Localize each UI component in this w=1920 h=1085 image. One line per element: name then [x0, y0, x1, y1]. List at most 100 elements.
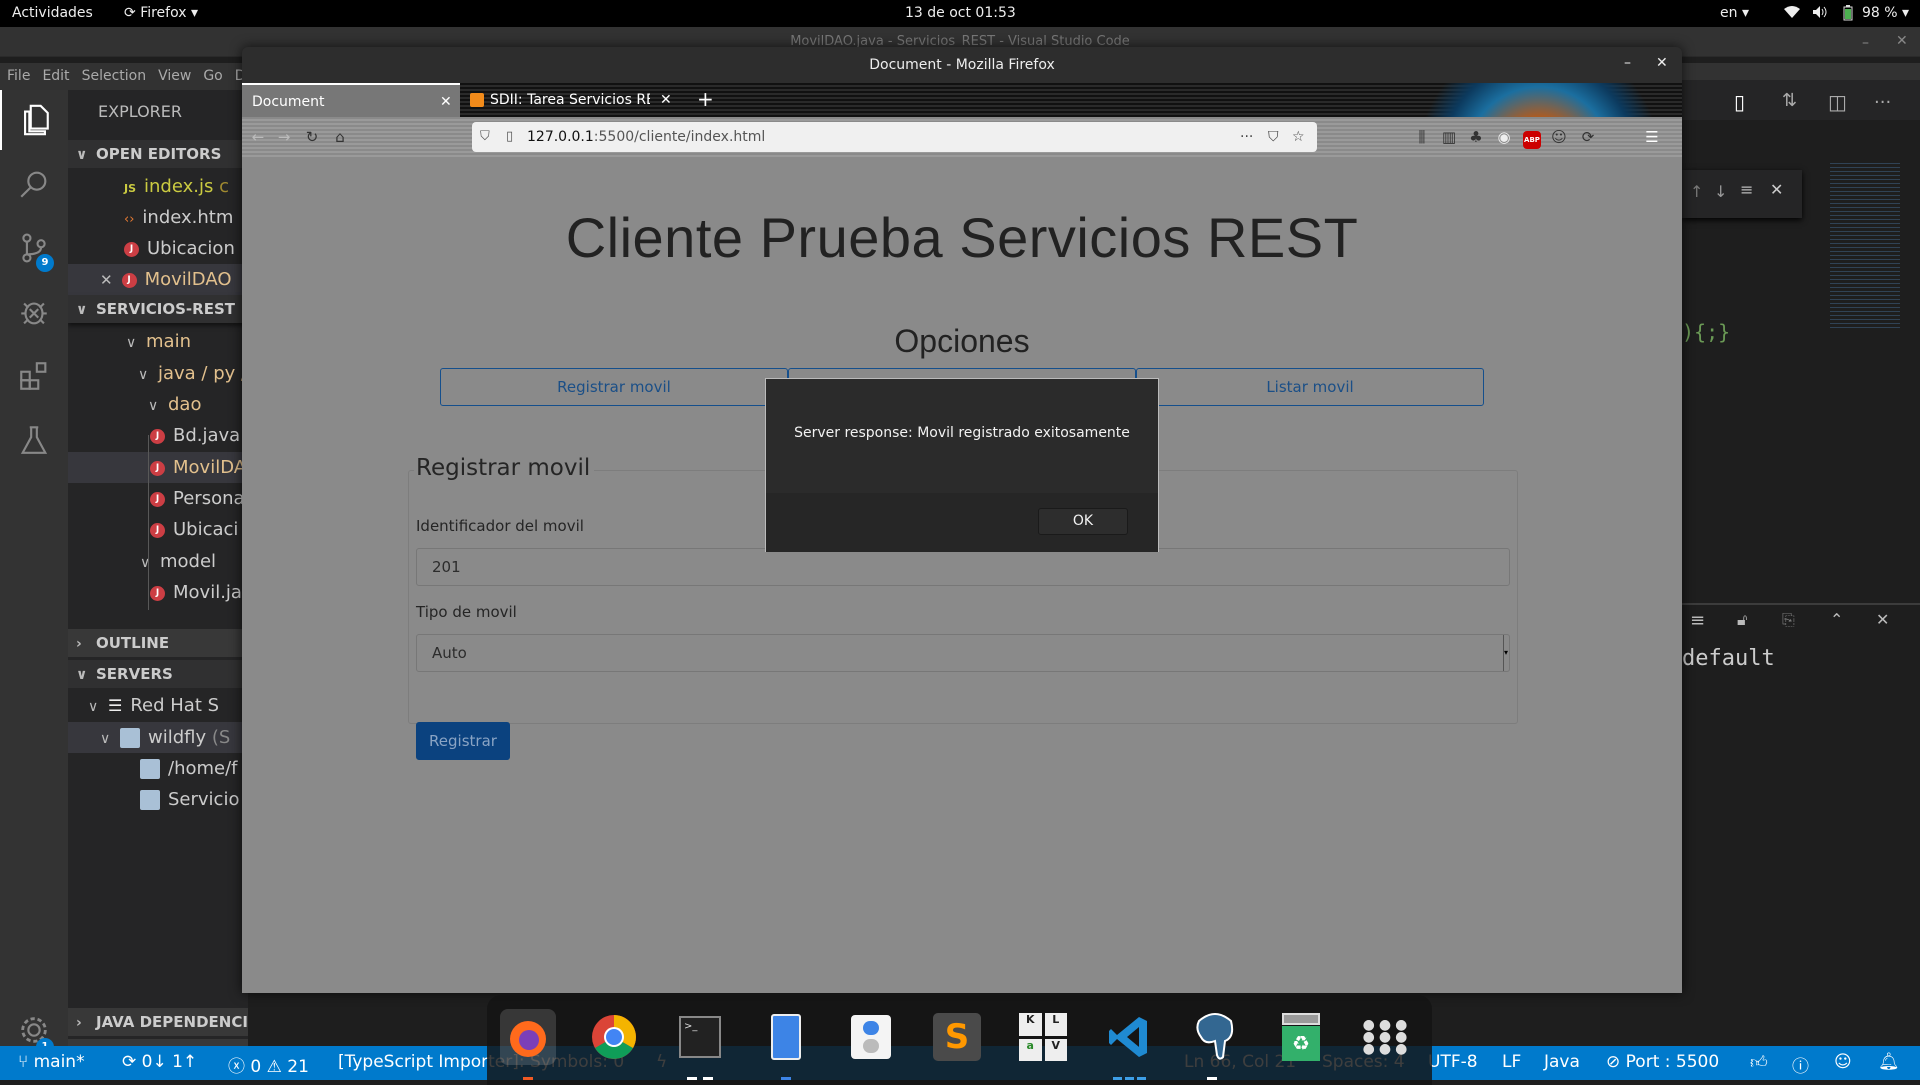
forward-button[interactable]: → [272, 125, 296, 149]
app-menu-button[interactable]: ⟳ Firefox ▾ [124, 5, 198, 21]
open-editors-header[interactable]: ∨ OPEN EDITORS [68, 140, 248, 168]
tree-item-file[interactable]: J Ubicaci [68, 514, 248, 545]
tab-sdii[interactable]: SDII: Tarea Servicios REST ✕ [460, 83, 682, 117]
live-server-port[interactable]: ⊘ Port : 5500 [1606, 1052, 1719, 1072]
server-item[interactable]: ∨ wildfly (S [68, 722, 248, 753]
clear-output-icon[interactable]: ≡ [1690, 610, 1705, 631]
dialog-ok-button[interactable]: OK [1038, 508, 1128, 535]
new-tab-button[interactable]: + [697, 87, 714, 111]
option-registrar-button[interactable]: Registrar movil [440, 368, 788, 406]
open-editor-item[interactable]: ‹› index.htm [68, 202, 248, 233]
feedback-smiley-icon[interactable]: ☺ [1834, 1052, 1852, 1072]
dock-pgadmin[interactable] [1187, 1009, 1243, 1065]
id-input[interactable]: 201 [416, 548, 1510, 586]
close-tab-icon[interactable]: ✕ [440, 85, 452, 119]
open-editor-item[interactable]: J Ubicacion [68, 233, 248, 264]
sync-icon[interactable]: ⟳ [1576, 125, 1600, 149]
language-mode[interactable]: Java [1544, 1052, 1580, 1072]
open-editor-item[interactable]: ✕ J MovilDAO [68, 264, 248, 295]
line-ending[interactable]: LF [1502, 1052, 1521, 1072]
reload-button[interactable]: ↻ [300, 125, 324, 149]
page-info-icon[interactable]: ▯ [506, 122, 513, 152]
menu-selection[interactable]: Selection [75, 63, 152, 84]
activity-debug[interactable] [0, 282, 68, 342]
url-text[interactable]: 127.0.0.1:5500/cliente/index.html [527, 122, 765, 152]
menu-file[interactable]: File [0, 63, 35, 84]
tree-item-java[interactable]: ∨ java / py / [68, 358, 248, 389]
dock-trash[interactable]: ♻ [1273, 1009, 1329, 1065]
dock-keyboard[interactable]: KLaV [1015, 1009, 1071, 1065]
tree-item-model[interactable]: ∨ model [68, 546, 248, 577]
option-listar-button[interactable]: Listar movil [1136, 368, 1484, 406]
more-actions-icon[interactable]: ··· [1874, 92, 1891, 113]
gnome-extension-icon[interactable]: ♣ [1464, 125, 1488, 149]
tab-document[interactable]: Document ✕ [242, 83, 460, 117]
volume-icon[interactable] [1812, 5, 1828, 23]
encoding[interactable]: UTF-8 [1428, 1052, 1478, 1072]
url-bar[interactable]: ⛉ ▯ 127.0.0.1:5500/cliente/index.html ··… [472, 122, 1317, 152]
server-item[interactable]: Servicio [68, 784, 248, 815]
account-icon[interactable]: ◉ [1492, 125, 1516, 149]
library-icon[interactable]: ⫼ [1410, 125, 1434, 149]
branch-indicator[interactable]: ⑂ main* [18, 1052, 85, 1072]
minimap[interactable] [1830, 160, 1900, 330]
activity-search[interactable] [0, 154, 68, 214]
dock-sublime[interactable]: S [929, 1009, 985, 1065]
type-select[interactable]: Auto ▾ [416, 634, 1510, 672]
tree-item-dao[interactable]: ∨ dao [68, 389, 248, 420]
dock-terminal[interactable]: >_ [672, 1009, 728, 1065]
open-editor-item[interactable]: JS index.js c [68, 171, 248, 202]
java-dependencies-header[interactable]: › JAVA DEPENDENCIES [68, 1008, 248, 1036]
clock[interactable]: 13 de oct 01:53 [905, 5, 1016, 21]
find-in-selection-icon[interactable]: ≡ [1740, 180, 1753, 199]
activities-button[interactable]: Actividades [12, 5, 93, 21]
tree-item-file-selected[interactable]: J MovilDAO [68, 452, 248, 483]
activity-extensions[interactable] [0, 346, 68, 406]
close-button[interactable]: ✕ [1656, 55, 1668, 71]
maximize-panel-icon[interactable]: ⌃ [1830, 610, 1843, 629]
remote-device-icon[interactable]: ▯ [1734, 90, 1745, 114]
tree-item-file[interactable]: J Bd.java [68, 420, 248, 451]
adblock-icon[interactable]: ABP [1520, 125, 1544, 149]
dock-show-applications[interactable]: ●●● ●●● ●●● [1359, 1009, 1415, 1065]
next-match-icon[interactable]: ↓ [1714, 182, 1727, 201]
problems-indicator[interactable]: ⓧ 0 ⚠ 21 [228, 1052, 309, 1077]
menu-icon[interactable]: ☰ [1640, 125, 1664, 149]
compare-changes-icon[interactable]: ⇅ [1782, 90, 1797, 111]
tracking-protection-icon[interactable]: ⛉ [480, 122, 490, 152]
dock-settings[interactable] [843, 1009, 899, 1065]
lock-icon[interactable]: 🔓︎ [1737, 610, 1747, 630]
activity-explorer[interactable] [0, 90, 68, 150]
close-panel-icon[interactable]: ✕ [1876, 610, 1889, 629]
bookmark-star-icon[interactable]: ☆ [1292, 122, 1305, 152]
minimize-button[interactable]: – [1862, 35, 1869, 51]
activity-testing[interactable] [0, 410, 68, 470]
menu-view[interactable]: View [151, 63, 196, 84]
dock-chrome[interactable] [586, 1009, 642, 1065]
split-editor-icon[interactable]: ◫ [1828, 90, 1847, 114]
menu-go[interactable]: Go [196, 63, 227, 84]
previous-match-icon[interactable]: ↑ [1690, 182, 1703, 201]
close-button[interactable]: ✕ [1896, 33, 1908, 49]
home-button[interactable]: ⌂ [328, 125, 352, 149]
servers-header[interactable]: ∨ SERVERS [68, 660, 248, 688]
minimize-button[interactable]: – [1624, 55, 1631, 71]
activity-source-control[interactable]: 9 [0, 218, 68, 278]
dock-vscode[interactable] [1101, 1009, 1157, 1065]
tree-item-file[interactable]: J Movil.ja [68, 577, 248, 608]
page-actions-icon[interactable]: ··· [1240, 122, 1253, 152]
language-indicator[interactable]: en ▾ [1720, 5, 1749, 21]
close-find-icon[interactable]: ✕ [1770, 180, 1783, 199]
thumbs-up-icon[interactable]: 👍︎ [1750, 1052, 1768, 1073]
back-button[interactable]: ← [246, 125, 270, 149]
sidebar-icon[interactable]: ▥ [1437, 125, 1461, 149]
tree-item-file[interactable]: J Persona [68, 483, 248, 514]
registrar-submit-button[interactable]: Registrar [416, 722, 510, 760]
info-icon[interactable]: ⓘ [1792, 1052, 1809, 1077]
server-item[interactable]: ∨ ☰ Red Hat S [68, 690, 248, 721]
menu-edit[interactable]: Edit [35, 63, 74, 84]
dock-files[interactable] [758, 1009, 814, 1065]
battery-icon[interactable] [1843, 5, 1853, 25]
project-header[interactable]: ∨ SERVICIOS-REST [68, 295, 248, 323]
extension-face-icon[interactable]: ☺ [1547, 125, 1571, 149]
